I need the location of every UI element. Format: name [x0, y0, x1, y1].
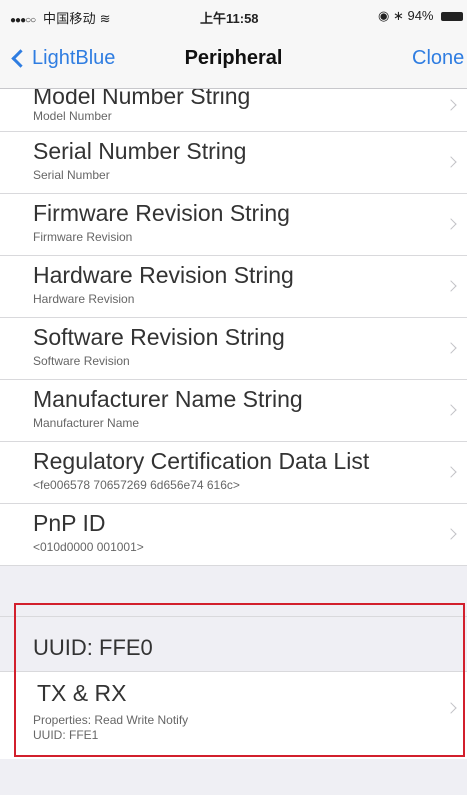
chevron-right-icon [445, 466, 457, 478]
item-subtitle: Model Number [33, 109, 112, 123]
item-title: Manufacturer Name String [33, 386, 303, 412]
status-bar: ●●●○○ 中国移动 ≋ 上午11:58 ◉ ∗ 94% [0, 0, 467, 30]
characteristic-uuid: UUID: FFE1 [33, 728, 99, 742]
chevron-right-icon [445, 156, 457, 168]
item-subtitle: Manufacturer Name [33, 416, 140, 430]
chevron-right-icon [445, 702, 457, 714]
chevron-right-icon [445, 404, 457, 416]
status-right: ◉ ∗ 94% [378, 8, 464, 24]
item-subtitle: <010d0000 001001> [33, 540, 144, 554]
chevron-right-icon [445, 280, 457, 292]
item-title: Serial Number String [33, 138, 247, 164]
item-title: Software Revision String [33, 324, 285, 350]
list-item[interactable]: Manufacturer Name String Manufacturer Na… [0, 380, 467, 442]
characteristic-list: Model Number String Model Number Serial … [0, 89, 467, 744]
section-spacer [0, 566, 467, 617]
service-header: UUID: FFE0 [0, 617, 467, 672]
navigation-bar: LightBlue Peripheral Clone [0, 30, 467, 89]
item-subtitle: Serial Number [33, 168, 110, 182]
carrier-name: 中国移动 [43, 11, 96, 26]
chevron-right-icon [445, 342, 457, 354]
characteristic-title: TX & RX [37, 680, 127, 706]
item-subtitle: Hardware Revision [33, 292, 135, 306]
item-title: PnP ID [33, 510, 106, 536]
list-item[interactable]: Model Number String Model Number [0, 89, 467, 132]
item-subtitle: <fe006578 70657269 6d656e74 616c> [33, 478, 240, 492]
item-subtitle: Software Revision [33, 354, 130, 368]
status-time: 上午11:58 [200, 11, 259, 26]
item-subtitle: Firmware Revision [33, 230, 133, 244]
chevron-right-icon [445, 218, 457, 230]
battery-icon [441, 12, 464, 21]
clone-button[interactable]: Clone [412, 47, 464, 70]
service-uuid: UUID: FFE0 [33, 635, 153, 660]
list-item[interactable]: PnP ID <010d0000 001001> [0, 504, 467, 566]
item-title: Hardware Revision String [33, 262, 294, 288]
item-title: Firmware Revision String [33, 200, 290, 226]
list-item[interactable]: Hardware Revision String Hardware Revisi… [0, 256, 467, 318]
characteristic-properties: Properties: Read Write Notify [33, 713, 189, 727]
signal-strength-icon: ●●●○○ [10, 15, 36, 26]
item-title: Regulatory Certification Data List [33, 448, 370, 474]
item-title: Model Number String [33, 89, 251, 109]
page-title: Peripheral [184, 47, 283, 69]
chevron-right-icon [445, 528, 457, 540]
chevron-right-icon [445, 99, 457, 111]
bottom-spacer [0, 759, 467, 795]
list-item[interactable]: Regulatory Certification Data List <fe00… [0, 442, 467, 504]
battery-percent: ◉ ∗ 94% [378, 8, 434, 23]
list-item[interactable]: Serial Number String Serial Number [0, 132, 467, 194]
list-item[interactable]: Software Revision String Software Revisi… [0, 318, 467, 380]
carrier-info: ●●●○○ 中国移动 ≋ [10, 8, 111, 27]
characteristic-item[interactable]: TX & RX Properties: Read Write Notify UU… [0, 672, 467, 744]
wifi-icon: ≋ [99, 11, 111, 26]
list-item[interactable]: Firmware Revision String Firmware Revisi… [0, 194, 467, 256]
